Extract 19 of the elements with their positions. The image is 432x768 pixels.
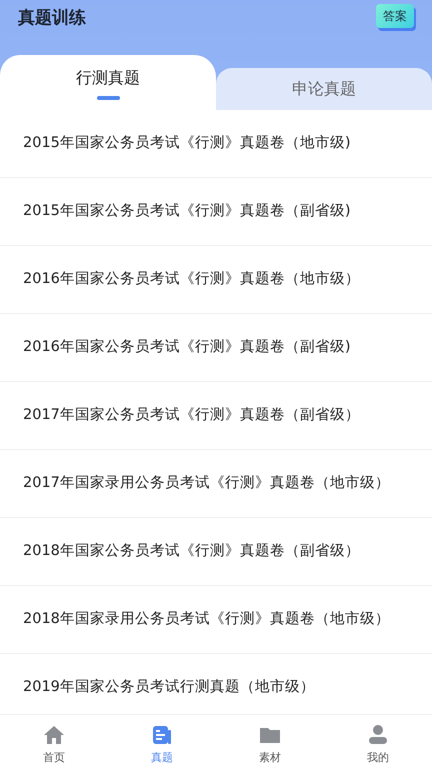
home-icon	[42, 723, 66, 747]
nav-tab[interactable]: 真题	[108, 715, 216, 768]
nav-tab[interactable]: 首页	[0, 715, 108, 768]
tab[interactable]: 行测真题	[0, 55, 216, 110]
paper-list-item[interactable]: 2018年国家公务员考试《行测》真题卷（副省级）	[0, 518, 432, 586]
tab[interactable]: 申论真题	[216, 68, 432, 110]
answer-button[interactable]: 答案	[376, 4, 414, 28]
paper-list-item[interactable]: 2015年国家公务员考试《行测》真题卷（地市级)	[0, 110, 432, 178]
person-icon	[366, 723, 390, 747]
paper-list-item[interactable]: 2016年国家公务员考试《行测》真题卷（地市级）	[0, 246, 432, 314]
paper-list-item[interactable]: 2017年国家录用公务员考试《行测》真题卷（地市级）	[0, 450, 432, 518]
paper-list-item[interactable]: 2017年国家公务员考试《行测》真题卷（副省级）	[0, 382, 432, 450]
nav-tab[interactable]: 我的	[324, 715, 432, 768]
paper-list-item[interactable]: 2018年国家录用公务员考试《行测》真题卷（地市级）	[0, 586, 432, 654]
paper-list-item[interactable]: 2015年国家公务员考试《行测》真题卷（副省级)	[0, 178, 432, 246]
document-icon	[150, 723, 174, 747]
page-title: 真题训练	[18, 7, 86, 30]
paper-list-item[interactable]: 2016年国家公务员考试《行测》真题卷（副省级)	[0, 314, 432, 382]
nav-tab[interactable]: 素材	[216, 715, 324, 768]
